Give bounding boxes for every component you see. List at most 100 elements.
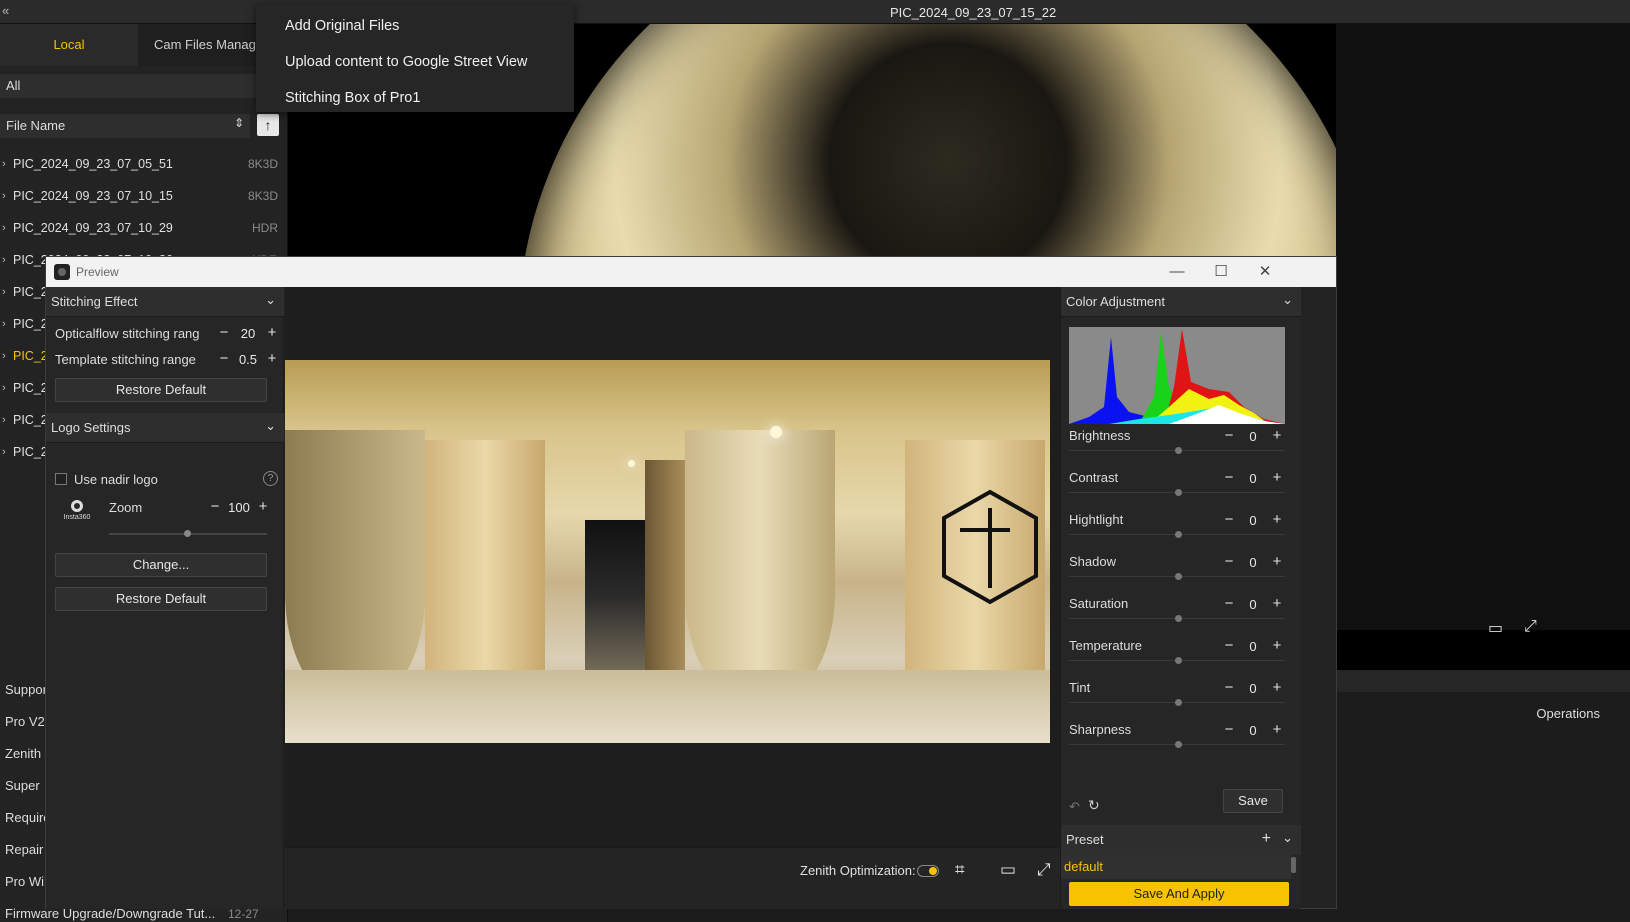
saturation-stepper[interactable]: −0 + (1221, 594, 1285, 616)
template-stepper[interactable]: − 0.5 + (216, 349, 280, 371)
chevron-right-icon[interactable]: › (2, 276, 6, 308)
minus-icon[interactable]: − (216, 323, 232, 345)
contrast-stepper[interactable]: −0 + (1221, 468, 1285, 490)
minus-icon[interactable]: − (1221, 510, 1237, 532)
slider-handle[interactable] (1175, 573, 1182, 580)
plus-icon[interactable]: + (1269, 510, 1285, 532)
chevron-right-icon[interactable]: › (2, 244, 6, 276)
logo-restore-default-button[interactable]: Restore Default (55, 587, 267, 611)
menu-item-upload-street-view[interactable]: Upload content to Google Street View (256, 44, 574, 80)
chevron-down-icon[interactable]: ⌄ (1282, 830, 1293, 846)
menu-item-add-original-files[interactable]: Add Original Files (256, 8, 574, 44)
stepper-value[interactable]: 0 (1237, 723, 1269, 738)
add-preset-icon[interactable]: + (1262, 830, 1271, 848)
slider-handle[interactable] (1175, 531, 1182, 538)
sharpness-stepper[interactable]: −0 + (1221, 720, 1285, 742)
zoom-stepper[interactable]: − 100 + (207, 497, 271, 519)
stepper-value[interactable]: 0 (1237, 597, 1269, 612)
minus-icon[interactable]: − (1221, 720, 1237, 742)
stepper-value[interactable]: 100 (223, 500, 255, 515)
stitching-effect-header[interactable]: Stitching Effect ⌄ (46, 287, 284, 317)
collapse-panel-icon[interactable]: « (2, 3, 9, 18)
minus-icon[interactable]: − (1221, 426, 1237, 448)
slider-handle[interactable] (184, 530, 191, 537)
preset-item-default[interactable]: default (1061, 855, 1291, 879)
color-adjustment-header[interactable]: Color Adjustment ⌄ (1061, 287, 1301, 317)
help-icon[interactable]: ? (263, 471, 278, 486)
stepper-value[interactable]: 0.5 (232, 352, 264, 367)
chevron-right-icon[interactable]: › (2, 148, 6, 180)
checkbox[interactable] (55, 473, 67, 485)
slider-handle[interactable] (1175, 741, 1182, 748)
preview-canvas[interactable] (285, 287, 1060, 847)
chevron-right-icon[interactable]: › (2, 436, 6, 468)
chevron-right-icon[interactable]: › (2, 212, 6, 244)
use-nadir-logo-checkbox[interactable]: Use nadir logo ? (55, 470, 280, 490)
minus-icon[interactable]: − (1221, 636, 1237, 658)
slider-handle[interactable] (1175, 615, 1182, 622)
slider-handle[interactable] (1175, 489, 1182, 496)
plus-icon[interactable]: + (1269, 468, 1285, 490)
logo-settings-header[interactable]: Logo Settings ⌄ (46, 413, 284, 443)
plus-icon[interactable]: + (255, 497, 271, 519)
slider-handle[interactable] (1175, 699, 1182, 706)
minus-icon[interactable]: − (1221, 468, 1237, 490)
chevron-right-icon[interactable]: › (2, 308, 6, 340)
close-icon[interactable]: ✕ (1250, 261, 1280, 283)
maximize-icon[interactable]: ☐ (1206, 261, 1236, 283)
stepper-value[interactable]: 0 (1237, 681, 1269, 696)
slider-handle[interactable] (1175, 657, 1182, 664)
undo-icon[interactable]: ↶ (1069, 799, 1080, 815)
filter-select[interactable]: All (0, 74, 268, 98)
fullscreen-icon[interactable]: ⤢ (1037, 860, 1051, 880)
plus-icon[interactable]: + (1269, 552, 1285, 574)
change-logo-button[interactable]: Change... (55, 553, 267, 577)
plus-icon[interactable]: + (1269, 426, 1285, 448)
plus-icon[interactable]: + (1269, 636, 1285, 658)
temperature-stepper[interactable]: −0 + (1221, 636, 1285, 658)
chevron-right-icon[interactable]: › (2, 404, 6, 436)
minus-icon[interactable]: − (1221, 552, 1237, 574)
minus-icon[interactable]: − (1221, 678, 1237, 700)
tint-stepper[interactable]: −0 + (1221, 678, 1285, 700)
restore-default-button[interactable]: Restore Default (55, 378, 267, 402)
list-item[interactable]: › PIC_2024_09_23_07_10_29 HDR (0, 212, 288, 244)
chevron-right-icon[interactable]: › (2, 372, 6, 404)
save-and-apply-button[interactable]: Save And Apply (1069, 882, 1289, 906)
highlight-stepper[interactable]: −0 + (1221, 510, 1285, 532)
stepper-value[interactable]: 0 (1237, 429, 1269, 444)
brightness-stepper[interactable]: −0 + (1221, 426, 1285, 448)
sort-order-button[interactable]: ↑ (257, 114, 279, 136)
shadow-stepper[interactable]: −0 + (1221, 552, 1285, 574)
minus-icon[interactable]: − (207, 497, 223, 519)
fullscreen-icon[interactable]: ⤢ (1524, 618, 1537, 636)
aspect-ratio-icon[interactable]: ▭ (1488, 618, 1503, 638)
minimize-icon[interactable]: — (1162, 261, 1192, 283)
menu-item-stitching-box[interactable]: Stitching Box of Pro1 (256, 80, 574, 116)
opticalflow-stepper[interactable]: − 20 + (216, 323, 280, 345)
aspect-ratio-icon[interactable]: ▭ (1000, 860, 1016, 880)
plus-icon[interactable]: + (1269, 594, 1285, 616)
reset-icon[interactable]: ↻ (1088, 797, 1100, 814)
stepper-value[interactable]: 0 (1237, 555, 1269, 570)
zenith-toggle[interactable] (917, 865, 939, 877)
slider-handle[interactable] (1175, 447, 1182, 454)
plus-icon[interactable]: + (1269, 678, 1285, 700)
chevron-right-icon[interactable]: › (2, 180, 6, 212)
save-button[interactable]: Save (1223, 789, 1283, 813)
preset-header[interactable]: Preset + ⌄ (1061, 825, 1301, 855)
chevron-right-icon[interactable]: › (2, 340, 6, 372)
stepper-value[interactable]: 0 (1237, 639, 1269, 654)
crop-cursor-icon[interactable]: ⌗ (955, 860, 965, 880)
preset-scrollbar[interactable] (1291, 857, 1296, 873)
list-item[interactable]: › PIC_2024_09_23_07_10_15 8K3D (0, 180, 288, 212)
stepper-value[interactable]: 0 (1237, 513, 1269, 528)
stepper-value[interactable]: 0 (1237, 471, 1269, 486)
plus-icon[interactable]: + (264, 349, 280, 371)
zoom-slider[interactable] (109, 530, 267, 537)
plus-icon[interactable]: + (1269, 720, 1285, 742)
minus-icon[interactable]: − (1221, 594, 1237, 616)
plus-icon[interactable]: + (264, 323, 280, 345)
minus-icon[interactable]: − (216, 349, 232, 371)
tab-local[interactable]: Local (0, 24, 138, 66)
